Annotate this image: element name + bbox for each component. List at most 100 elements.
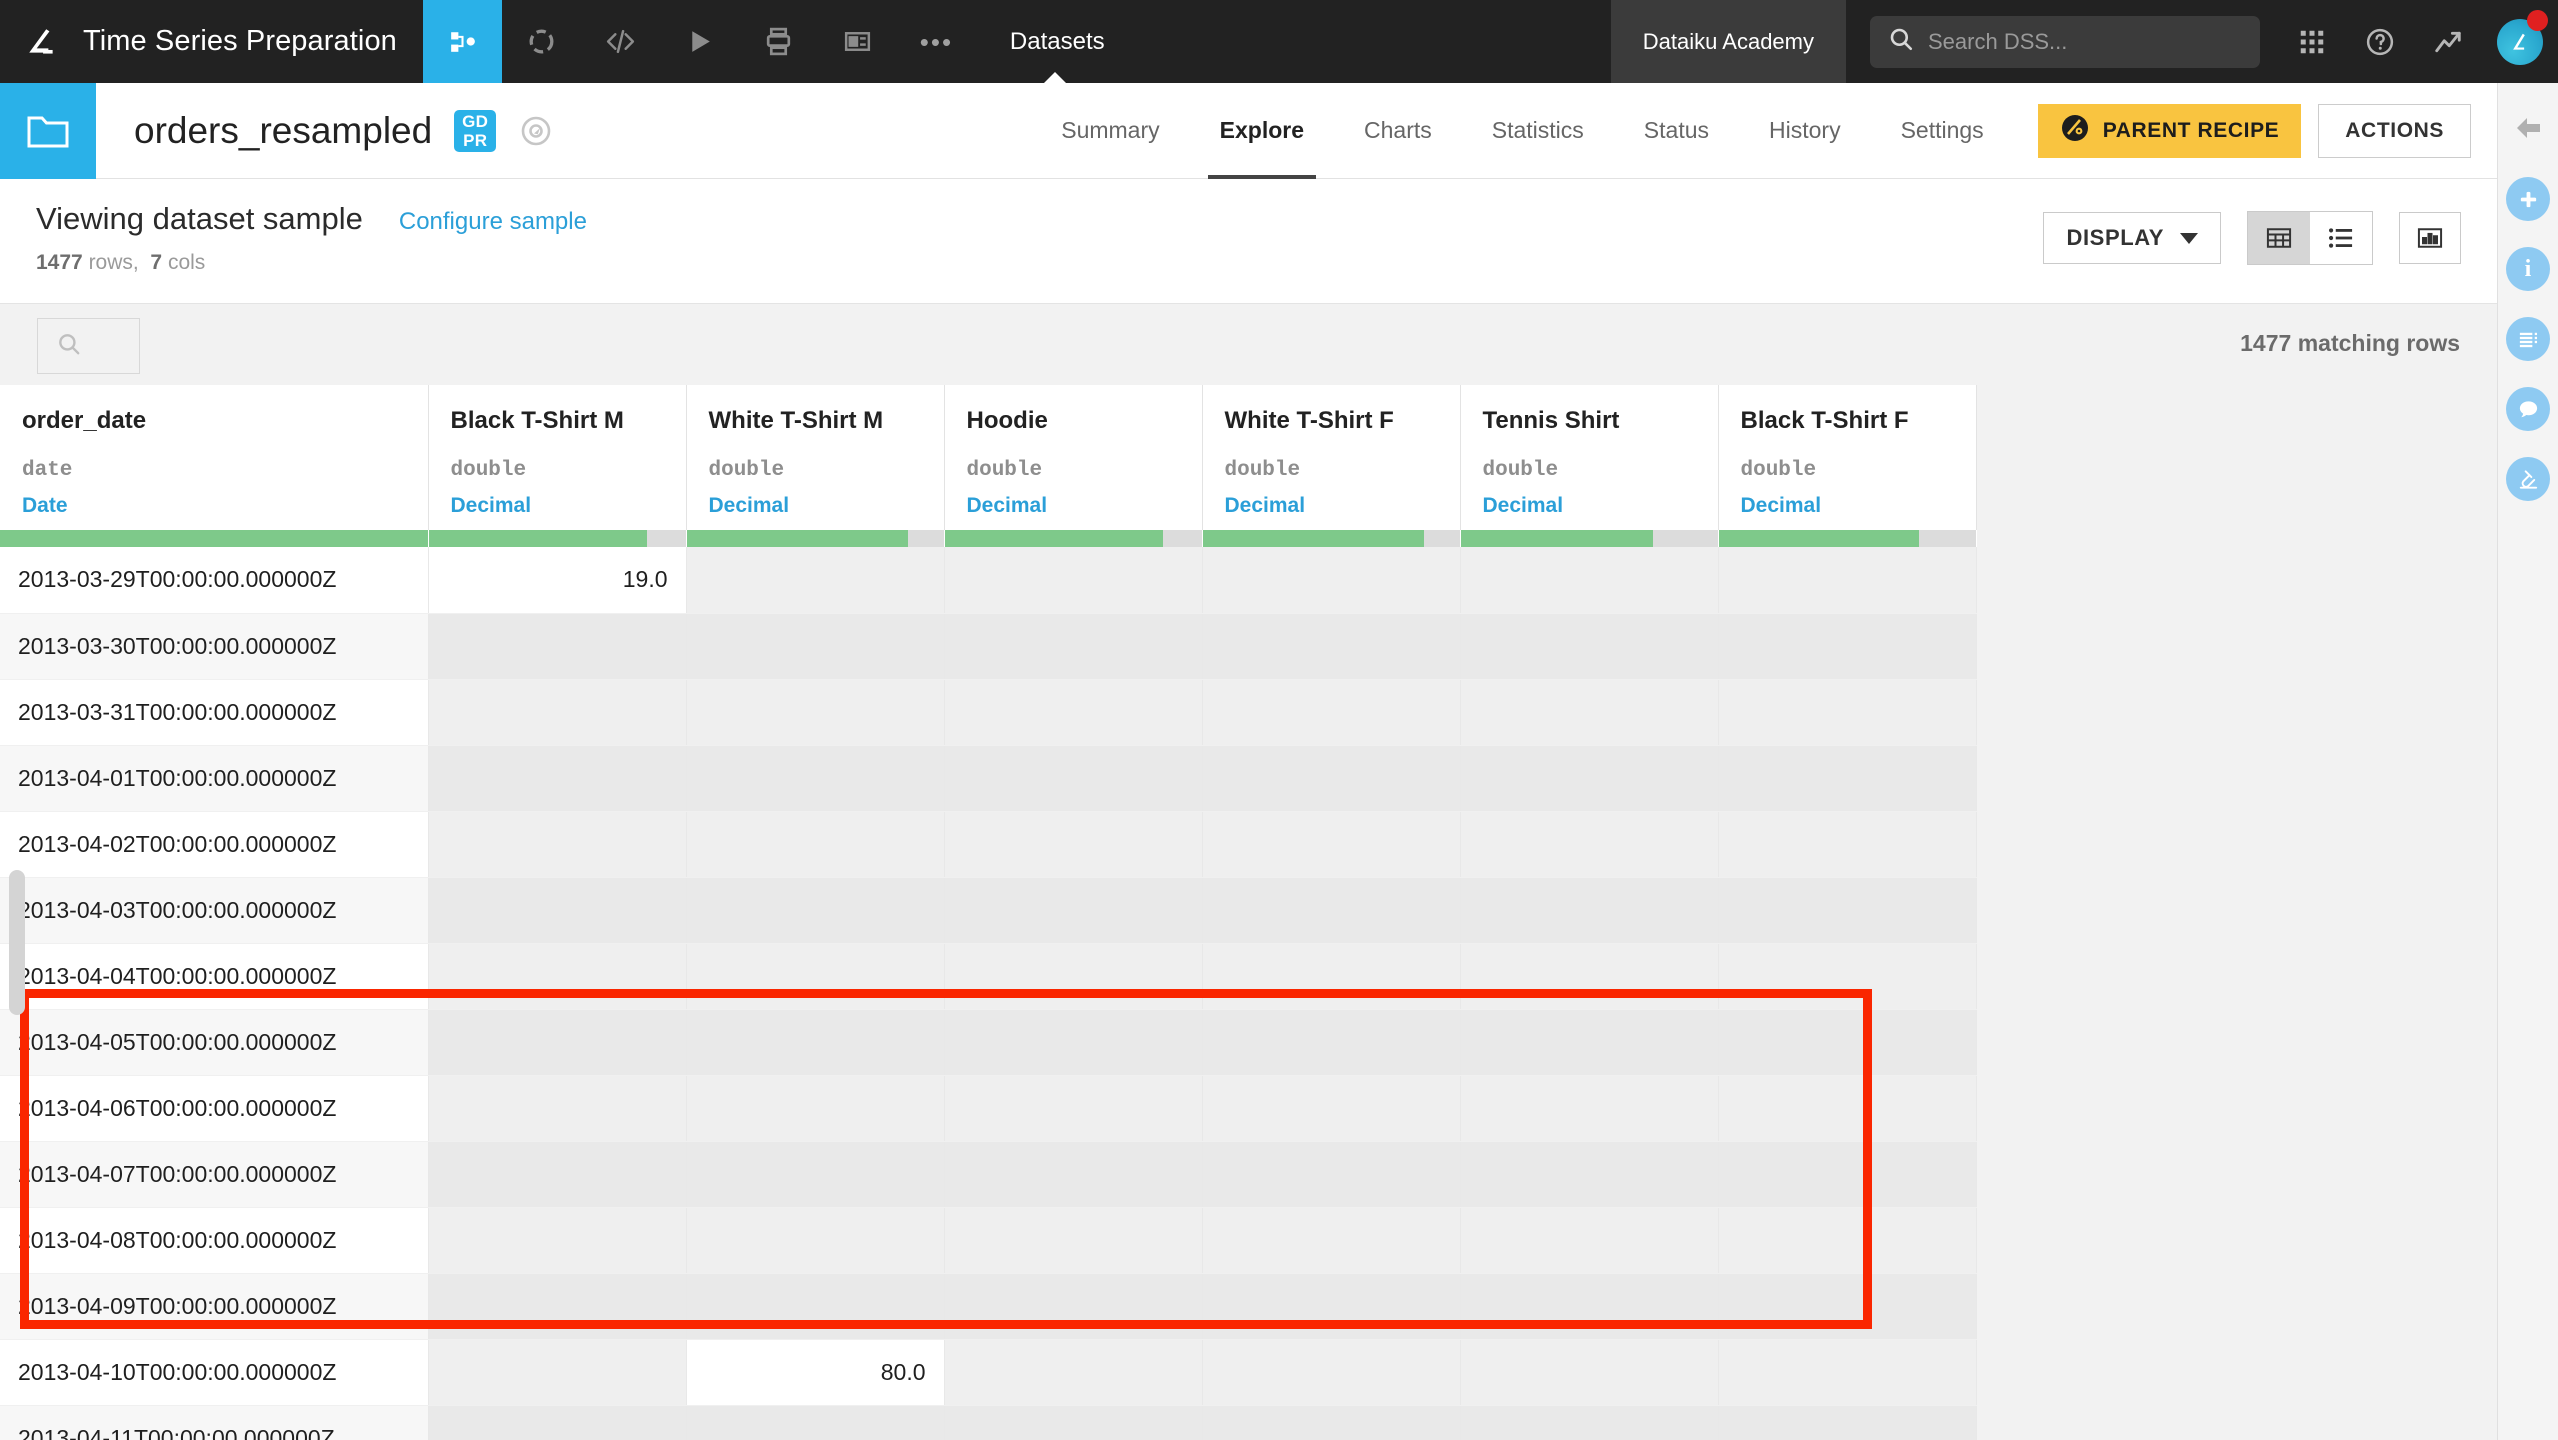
tab-charts[interactable]: Charts <box>1334 83 1462 179</box>
cell-value[interactable] <box>1202 1009 1460 1075</box>
cell-value[interactable] <box>686 811 944 877</box>
details-list-icon[interactable] <box>2506 317 2550 361</box>
column-header[interactable]: Tennis ShirtdoubleDecimal <box>1460 385 1718 530</box>
table-row[interactable]: 2013-04-10T00:00:00.000000Z80.0 <box>0 1339 1976 1405</box>
cell-value[interactable] <box>686 547 944 613</box>
cell-value[interactable] <box>944 613 1202 679</box>
cell-value[interactable] <box>1202 613 1460 679</box>
table-row[interactable]: 2013-04-09T00:00:00.000000Z <box>0 1273 1976 1339</box>
cell-value[interactable] <box>944 1273 1202 1339</box>
breadcrumb-datasets[interactable]: Datasets <box>976 0 1135 83</box>
cell-value[interactable] <box>944 811 1202 877</box>
table-view-icon[interactable] <box>2248 212 2310 264</box>
cell-value[interactable] <box>1202 811 1460 877</box>
run-play-icon[interactable] <box>660 0 739 83</box>
cell-value[interactable] <box>1460 1207 1718 1273</box>
column-meaning[interactable]: Decimal <box>967 494 1180 518</box>
flow-icon[interactable] <box>423 0 502 83</box>
cell-value[interactable] <box>944 1009 1202 1075</box>
cell-value[interactable] <box>1202 877 1460 943</box>
compass-icon[interactable] <box>518 113 554 149</box>
table-row[interactable]: 2013-04-11T00:00:00.000000Z <box>0 1405 1976 1440</box>
cell-value[interactable] <box>686 1405 944 1440</box>
cell-order-date[interactable]: 2013-03-31T00:00:00.000000Z <box>0 679 428 745</box>
cell-value[interactable] <box>1202 1405 1460 1440</box>
avatar[interactable] <box>2482 0 2558 83</box>
cell-value[interactable] <box>428 679 686 745</box>
cell-value[interactable] <box>1202 1339 1460 1405</box>
cell-value[interactable] <box>1460 1075 1718 1141</box>
dataiku-bird-logo[interactable] <box>0 0 83 83</box>
cell-order-date[interactable]: 2013-04-02T00:00:00.000000Z <box>0 811 428 877</box>
cell-value[interactable] <box>1202 1075 1460 1141</box>
column-header[interactable]: Black T-Shirt FdoubleDecimal <box>1718 385 1976 530</box>
cell-value[interactable] <box>1460 1339 1718 1405</box>
table-row[interactable]: 2013-04-08T00:00:00.000000Z <box>0 1207 1976 1273</box>
cell-order-date[interactable]: 2013-04-08T00:00:00.000000Z <box>0 1207 428 1273</box>
cell-order-date[interactable]: 2013-04-11T00:00:00.000000Z <box>0 1405 428 1440</box>
cell-value[interactable] <box>1718 1009 1976 1075</box>
cell-order-date[interactable]: 2013-03-30T00:00:00.000000Z <box>0 613 428 679</box>
cell-value[interactable] <box>1460 613 1718 679</box>
apps-grid-icon[interactable] <box>2278 0 2346 83</box>
cell-value[interactable] <box>944 943 1202 1009</box>
discussions-comment-icon[interactable] <box>2506 387 2550 431</box>
cell-value[interactable] <box>428 745 686 811</box>
column-header[interactable]: order_datedateDate <box>0 385 428 530</box>
cell-value[interactable] <box>428 1339 686 1405</box>
table-row[interactable]: 2013-04-01T00:00:00.000000Z <box>0 745 1976 811</box>
cell-value[interactable] <box>1718 1339 1976 1405</box>
column-meaning[interactable]: Decimal <box>451 494 664 518</box>
cell-value[interactable] <box>428 943 686 1009</box>
cell-value[interactable] <box>1718 943 1976 1009</box>
tab-history[interactable]: History <box>1739 83 1871 179</box>
column-meaning[interactable]: Date <box>22 494 406 518</box>
project-title[interactable]: Time Series Preparation <box>83 25 423 58</box>
cell-order-date[interactable]: 2013-04-10T00:00:00.000000Z <box>0 1339 428 1405</box>
monitoring-icon[interactable] <box>2414 0 2482 83</box>
cell-value[interactable] <box>1202 1141 1460 1207</box>
grid-search-input[interactable] <box>37 318 140 374</box>
table-row[interactable]: 2013-04-04T00:00:00.000000Z <box>0 943 1976 1009</box>
cell-value[interactable] <box>686 1009 944 1075</box>
cell-value[interactable] <box>1202 1207 1460 1273</box>
dataset-circle-icon[interactable] <box>502 0 581 83</box>
tab-settings[interactable]: Settings <box>1871 83 2014 179</box>
cell-value[interactable] <box>944 547 1202 613</box>
cell-value[interactable] <box>686 613 944 679</box>
jobs-icon[interactable] <box>739 0 818 83</box>
cell-value[interactable] <box>1460 877 1718 943</box>
cell-value[interactable] <box>1460 1009 1718 1075</box>
column-meaning[interactable]: Decimal <box>1483 494 1696 518</box>
table-row[interactable]: 2013-03-29T00:00:00.000000Z19.0 <box>0 547 1976 613</box>
table-row[interactable]: 2013-04-03T00:00:00.000000Z <box>0 877 1976 943</box>
table-row[interactable]: 2013-03-30T00:00:00.000000Z <box>0 613 1976 679</box>
cell-value[interactable] <box>944 1075 1202 1141</box>
add-icon[interactable] <box>2506 177 2550 221</box>
tab-status[interactable]: Status <box>1614 83 1739 179</box>
cell-value[interactable] <box>1202 943 1460 1009</box>
cell-value[interactable] <box>1718 877 1976 943</box>
column-header[interactable]: White T-Shirt MdoubleDecimal <box>686 385 944 530</box>
cell-value[interactable] <box>428 1009 686 1075</box>
cell-value[interactable] <box>1718 1405 1976 1440</box>
column-chart-icon[interactable] <box>2399 212 2461 264</box>
cell-value[interactable] <box>686 877 944 943</box>
cell-value[interactable] <box>1202 679 1460 745</box>
configure-sample-link[interactable]: Configure sample <box>399 208 587 236</box>
table-row[interactable]: 2013-04-02T00:00:00.000000Z <box>0 811 1976 877</box>
column-meaning[interactable]: Decimal <box>709 494 922 518</box>
cell-value[interactable] <box>686 1141 944 1207</box>
cell-value[interactable] <box>1460 1405 1718 1440</box>
cell-order-date[interactable]: 2013-04-07T00:00:00.000000Z <box>0 1141 428 1207</box>
table-row[interactable]: 2013-04-07T00:00:00.000000Z <box>0 1141 1976 1207</box>
search-input[interactable]: Search DSS... <box>1870 16 2260 68</box>
cell-value[interactable] <box>428 1141 686 1207</box>
data-grid[interactable]: order_datedateDateBlack T-Shirt MdoubleD… <box>0 385 2497 1440</box>
cell-order-date[interactable]: 2013-04-04T00:00:00.000000Z <box>0 943 428 1009</box>
academy-link[interactable]: Dataiku Academy <box>1611 0 1846 83</box>
tab-summary[interactable]: Summary <box>1031 83 1189 179</box>
cell-value[interactable] <box>1460 745 1718 811</box>
column-meaning[interactable]: Decimal <box>1741 494 1954 518</box>
cell-value[interactable] <box>686 1273 944 1339</box>
